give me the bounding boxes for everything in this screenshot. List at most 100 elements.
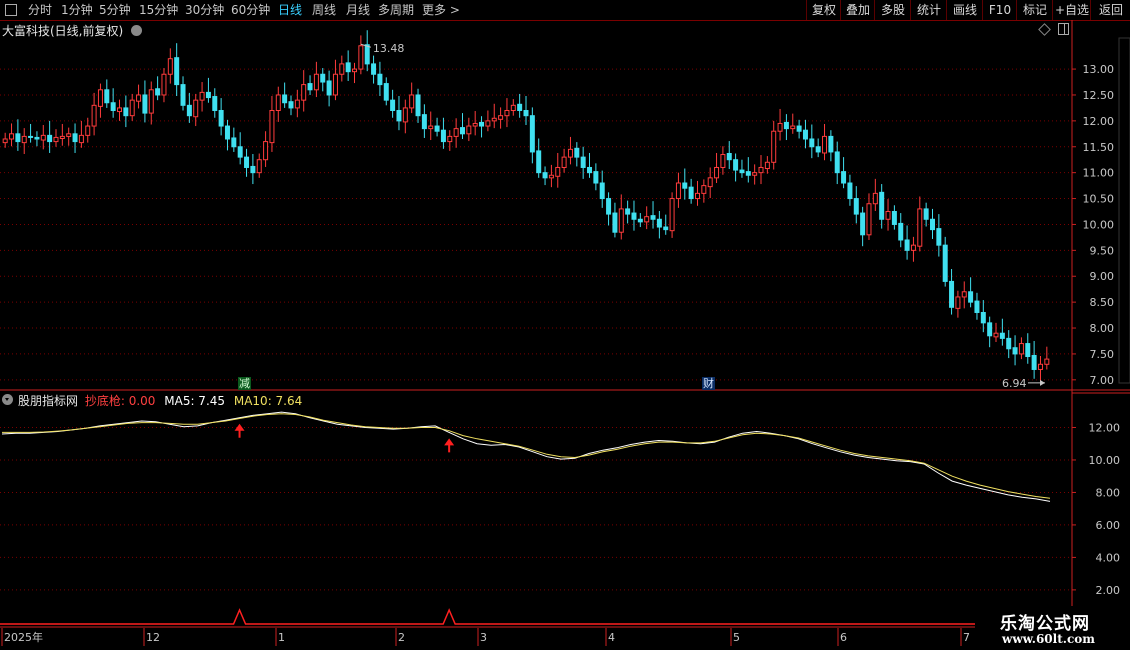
candle-body [936, 228, 942, 246]
candle-body [377, 73, 383, 86]
candle-body [1025, 343, 1031, 358]
event-tag-reduce[interactable]: 减 [238, 377, 251, 390]
panel-layout-icon[interactable] [1058, 23, 1069, 35]
price-tick-label: 10.50 [1083, 193, 1115, 206]
candle-body [987, 322, 993, 337]
candle-body [244, 156, 250, 168]
indicator-ma10-label: MA10: 7.64 [233, 394, 303, 408]
candle-body [587, 166, 593, 174]
candle-body [301, 84, 307, 101]
candle-body [66, 133, 72, 137]
price-tick-label: 13.00 [1083, 63, 1115, 76]
candle-body [421, 114, 427, 130]
candle-body [650, 215, 656, 220]
candle-body [942, 244, 948, 282]
indicator-tick-label: 6.00 [1096, 519, 1121, 532]
candle-body [307, 83, 313, 91]
candle-body [193, 99, 199, 118]
right-scroll-strip[interactable] [1118, 37, 1130, 384]
candle-body [250, 165, 256, 174]
candle-body [923, 208, 929, 220]
candle-body [326, 80, 332, 96]
candle-body [929, 218, 935, 231]
candle-body [428, 125, 434, 130]
indicator-tick-label: 8.00 [1096, 486, 1121, 499]
candle-body [256, 159, 262, 174]
candle-body [161, 73, 167, 96]
indicator-line-ma10 [2, 413, 1051, 499]
candle-body [707, 177, 713, 188]
candle-body [148, 89, 154, 114]
watermark-url: www.60lt.com [1002, 632, 1095, 646]
candle-body [53, 136, 59, 143]
candle-body [517, 103, 523, 112]
candle-body [504, 110, 510, 117]
candle-body [491, 117, 497, 122]
candle-body [47, 134, 53, 143]
title-dropdown-icon[interactable] [131, 25, 143, 36]
time-axis-label: 7 [963, 631, 970, 644]
candle-body [288, 101, 294, 109]
time-axis-label: 2025年 [4, 630, 43, 644]
candle-body [809, 138, 815, 148]
candle-body [123, 107, 129, 117]
candle-body [790, 125, 796, 130]
indicator-tick-label: 4.00 [1096, 551, 1121, 564]
indicator-line1-label: 抄底枪: 0.00 [84, 394, 156, 408]
candle-body [949, 280, 955, 308]
candle-body [815, 146, 821, 153]
candle-body [59, 135, 65, 139]
candle-body [891, 211, 897, 225]
candle-body [396, 110, 402, 122]
candle-body [409, 94, 415, 109]
candle-body [682, 182, 688, 189]
candle-body [764, 161, 770, 170]
candle-body [275, 94, 281, 112]
candle-body [1012, 347, 1018, 355]
candle-body [129, 99, 135, 117]
candle-body [459, 127, 465, 135]
candle-body [999, 332, 1005, 339]
candle-body [828, 135, 834, 153]
candle-body [618, 208, 624, 233]
candle-body [529, 115, 535, 153]
candle-body [466, 125, 472, 135]
candle-body [644, 216, 650, 223]
candle-body [212, 96, 218, 112]
time-axis-label: 2 [398, 631, 405, 644]
candle-body [561, 156, 567, 168]
candle-body [231, 137, 237, 148]
main-chart-title: 大富科技(日线,前复权) [2, 22, 143, 39]
candle-body [802, 129, 808, 140]
candle-body [1037, 363, 1043, 370]
candle-body [358, 45, 364, 70]
candle-body [580, 156, 586, 168]
indicator-tick-label: 12.00 [1089, 421, 1121, 434]
candle-body [548, 174, 554, 179]
candle-body [523, 110, 529, 117]
price-tick-label: 11.00 [1083, 167, 1115, 180]
candle-body [91, 104, 97, 127]
candle-body [637, 218, 643, 223]
candle-body [97, 89, 103, 107]
candle-body [606, 198, 612, 215]
candle-body [904, 239, 910, 251]
candle-body [993, 332, 999, 338]
price-tick-label: 11.50 [1083, 141, 1115, 154]
indicator-name[interactable]: 股朋指标网 [18, 394, 78, 408]
event-tag-finance[interactable]: 财 [702, 377, 715, 390]
candle-body [402, 107, 408, 123]
low-marker-arrow [1040, 379, 1045, 386]
indicator-line-ma5 [1, 411, 1051, 502]
candle-body [167, 58, 173, 75]
stock-chart-canvas[interactable]: 7.00 7.50 8.00 8.50 9.00 9.50 10.00 10.50 11.00 1… [0, 0, 1130, 650]
candle-body [771, 130, 777, 163]
candle-body [822, 135, 828, 154]
candle-body [2, 138, 8, 144]
candle-body [853, 198, 859, 215]
time-axis-label: 6 [840, 631, 847, 644]
candle-body [542, 172, 548, 179]
price-tick-label: 12.00 [1083, 115, 1115, 128]
candle-body [352, 68, 358, 73]
candle-body [72, 133, 78, 143]
